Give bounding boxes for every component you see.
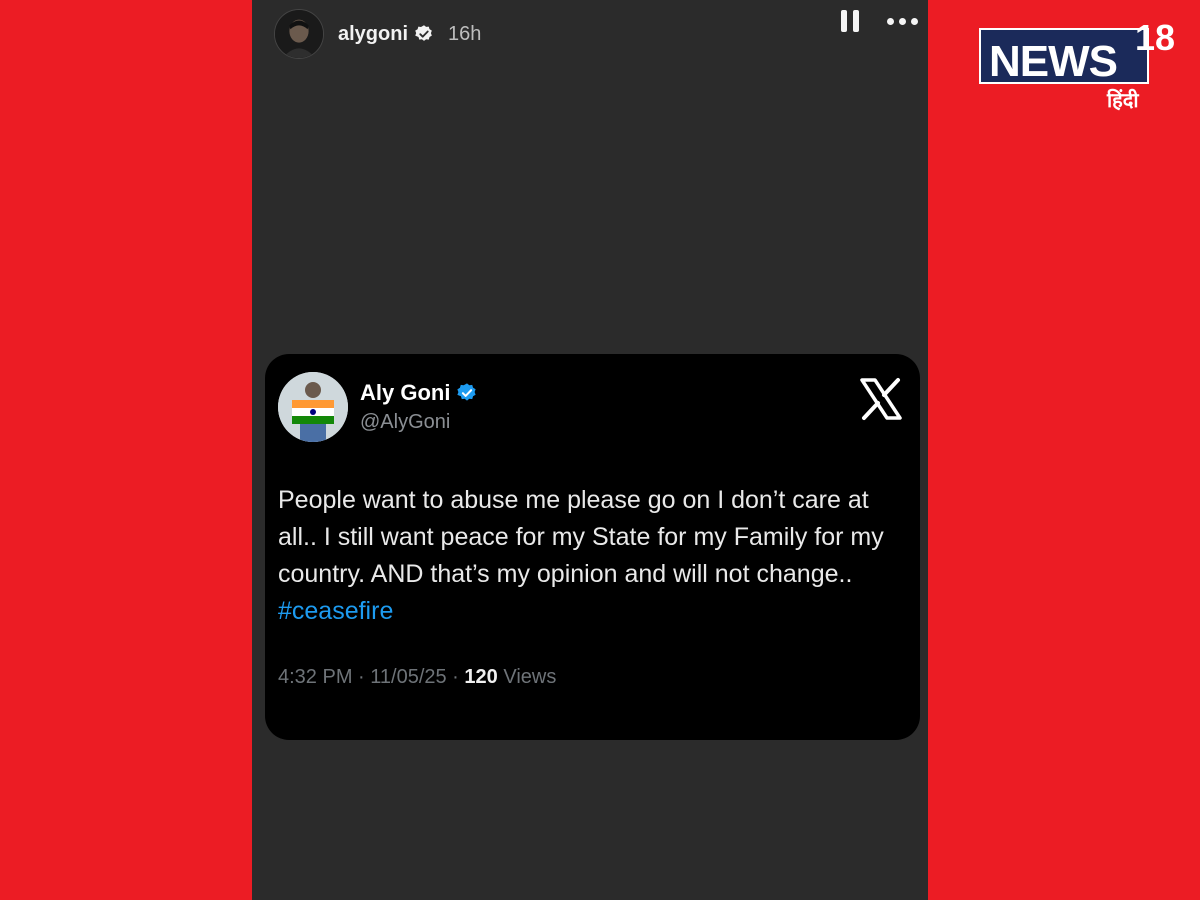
logo-number: 18 xyxy=(1135,17,1176,58)
more-options-icon[interactable] xyxy=(887,17,918,25)
hashtag-link[interactable]: #ceasefire xyxy=(278,597,393,625)
story-controls xyxy=(841,10,918,32)
tweet-text: People want to abuse me please go on I d… xyxy=(278,486,884,588)
verified-badge-icon xyxy=(414,24,434,44)
blue-verified-icon xyxy=(456,382,478,404)
tweet-views-label: Views xyxy=(497,666,557,688)
tweet-card: Aly Goni @AlyGoni People want to abuse m… xyxy=(265,354,920,740)
x-logo-icon xyxy=(860,378,902,420)
news18-hindi-logo: NEWS 18 हिंदी xyxy=(979,20,1184,120)
story-avatar[interactable] xyxy=(274,9,324,59)
story-username[interactable]: alygoni xyxy=(338,23,408,46)
profile-photo-icon xyxy=(275,10,323,58)
logo-word: NEWS xyxy=(989,37,1118,86)
tweet-avatar[interactable] xyxy=(278,372,348,442)
profile-photo-icon xyxy=(278,372,348,442)
story-timestamp: 16h xyxy=(448,22,482,45)
tweet-body: People want to abuse me please go on I d… xyxy=(278,482,903,630)
story-header: alygoni 16h xyxy=(274,8,906,60)
tweet-author-name[interactable]: Aly Goni xyxy=(360,380,478,406)
pause-icon[interactable] xyxy=(841,10,859,32)
tweet-views-count: 120 xyxy=(464,666,498,688)
tweet-timestamp[interactable]: 4:32 PM · 11/05/25 · xyxy=(278,666,464,688)
logo-subtitle: हिंदी xyxy=(1107,88,1139,112)
tweet-author-handle[interactable]: @AlyGoni xyxy=(360,411,450,434)
tweet-meta: 4:32 PM · 11/05/25 · 120 Views xyxy=(278,666,556,689)
tweet-author-name-text: Aly Goni xyxy=(360,380,451,405)
logo-box: NEWS xyxy=(979,28,1149,84)
